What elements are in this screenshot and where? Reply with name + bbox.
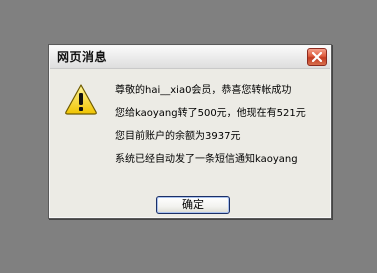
message-line-4: 系统已经自动发了一条短信通知kaoyang (115, 154, 298, 165)
ok-button[interactable]: 确定 (156, 196, 230, 214)
message-line-1: 尊敬的hai__xia0会员，恭喜您转帐成功 (115, 85, 292, 96)
close-icon (312, 52, 322, 62)
message-line-2: 您给kaoyang转了500元，他现在有521元 (115, 108, 306, 119)
message-line-3: 您目前账户的余额为3937元 (115, 131, 241, 142)
message-dialog: 网页消息 尊敬的hai__xia0会员，恭喜您转帐成功 您给kaoyang转了5… (48, 44, 332, 219)
close-button[interactable] (307, 48, 327, 66)
warning-icon (65, 84, 97, 115)
dialog-titlebar: 网页消息 (50, 46, 330, 69)
dialog-title: 网页消息 (57, 50, 108, 64)
